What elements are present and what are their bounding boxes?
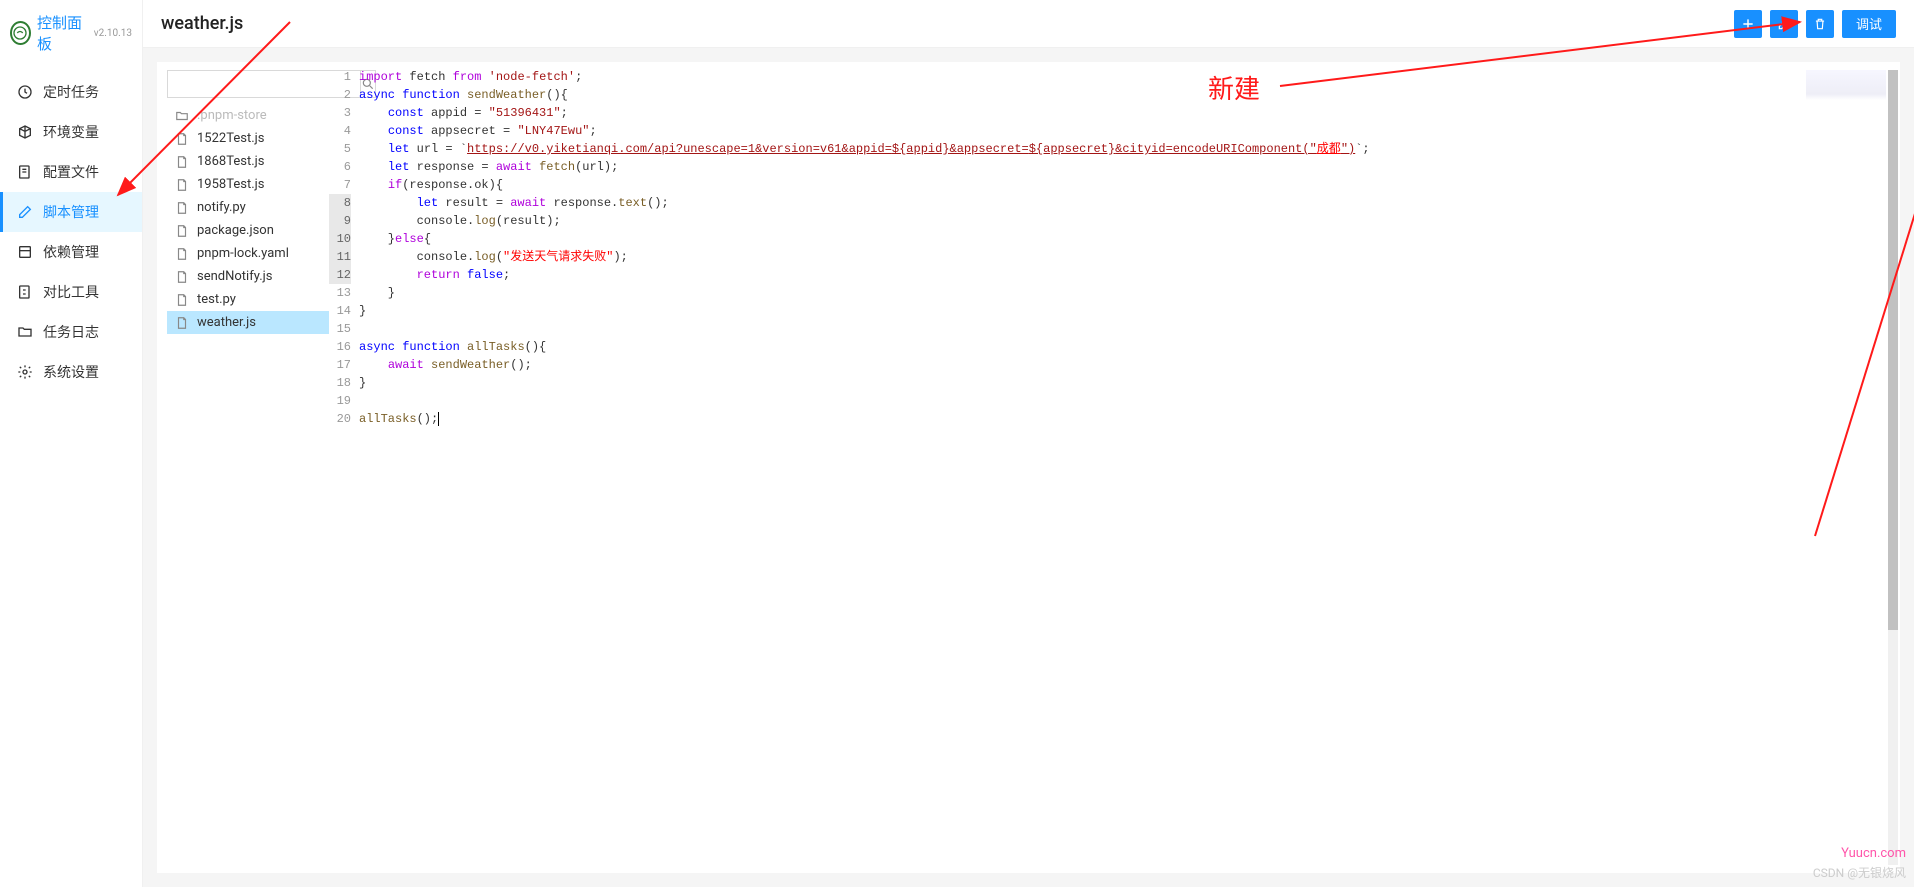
brand-title: 控制面板 — [37, 12, 88, 54]
tree-item[interactable]: pnpm-lock.yaml — [167, 242, 329, 265]
file-icon — [175, 247, 189, 261]
edit-button[interactable] — [1770, 10, 1798, 38]
tree-item-label: weather.js — [197, 315, 256, 330]
nav-item-diff[interactable]: 对比工具 — [0, 272, 142, 312]
nav-label: 定时任务 — [43, 82, 99, 102]
tree-item-label: notify.py — [197, 200, 246, 215]
nav-label: 环境变量 — [43, 122, 99, 142]
search-wrap — [167, 70, 323, 98]
nav-label: 系统设置 — [43, 362, 99, 382]
nav-label: 任务日志 — [43, 322, 99, 342]
cube-icon — [17, 124, 33, 140]
nav-item-log[interactable]: 任务日志 — [0, 312, 142, 352]
line-gutter: 1234567891011121314151617181920 — [329, 68, 359, 873]
tree-item[interactable]: test.py — [167, 288, 329, 311]
page-title: weather.js — [161, 13, 243, 34]
nav-list: 定时任务 环境变量 配置文件 脚本管理 依赖管理 对比工具 — [0, 66, 142, 392]
nav-item-env[interactable]: 环境变量 — [0, 112, 142, 152]
tree-item[interactable]: notify.py — [167, 196, 329, 219]
minimap[interactable] — [1806, 70, 1886, 130]
file-icon — [175, 155, 189, 169]
brand: 控制面板 v2.10.13 — [0, 0, 142, 66]
tree-item[interactable]: 1522Test.js — [167, 127, 329, 150]
tree-item-label: 1958Test.js — [197, 177, 264, 192]
app-logo-icon — [10, 21, 31, 45]
tree-item-label: 1522Test.js — [197, 131, 264, 146]
watermark-site: Yuucn.com — [1841, 846, 1906, 861]
tree-item[interactable]: package.json — [167, 219, 329, 242]
tree-item-label: test.py — [197, 292, 236, 307]
delete-button[interactable] — [1806, 10, 1834, 38]
tree-item[interactable]: weather.js — [167, 311, 329, 334]
folder-icon — [175, 109, 189, 123]
nav-label: 依赖管理 — [43, 242, 99, 262]
tree-item-label: .pnpm-store — [197, 108, 267, 123]
file-tree: .pnpm-store 1522Test.js 1868Test.js 1958Tes… — [167, 104, 329, 334]
vertical-scrollbar[interactable] — [1888, 70, 1898, 865]
scrollbar-thumb[interactable] — [1888, 70, 1898, 630]
nav-item-settings[interactable]: 系统设置 — [0, 352, 142, 392]
clock-icon — [17, 84, 33, 100]
tree-item[interactable]: .pnpm-store — [167, 104, 329, 127]
file-cog-icon — [17, 164, 33, 180]
main: weather.js 调试 — [143, 0, 1914, 887]
diff-icon — [17, 284, 33, 300]
file-icon — [175, 293, 189, 307]
nav-item-config[interactable]: 配置文件 — [0, 152, 142, 192]
tree-item-label: pnpm-lock.yaml — [197, 246, 289, 261]
topbar: weather.js 调试 — [143, 0, 1914, 48]
nav-item-deps[interactable]: 依赖管理 — [0, 232, 142, 272]
file-panel: .pnpm-store 1522Test.js 1868Test.js 1958Tes… — [157, 62, 329, 873]
edit-icon — [17, 204, 33, 220]
tree-item[interactable]: sendNotify.js — [167, 265, 329, 288]
tree-item[interactable]: 1958Test.js — [167, 173, 329, 196]
sidebar: 控制面板 v2.10.13 定时任务 环境变量 配置文件 脚本管理 依赖 — [0, 0, 143, 887]
nav-item-script[interactable]: 脚本管理 — [0, 192, 142, 232]
file-icon — [175, 178, 189, 192]
folder-icon — [17, 324, 33, 340]
content-panel: .pnpm-store 1522Test.js 1868Test.js 1958Tes… — [157, 62, 1900, 873]
code-editor[interactable]: 1234567891011121314151617181920 import f… — [329, 62, 1900, 873]
package-icon — [17, 244, 33, 260]
file-icon — [175, 224, 189, 238]
debug-button[interactable]: 调试 — [1842, 10, 1896, 38]
nav-label: 脚本管理 — [43, 202, 99, 222]
nav-label: 配置文件 — [43, 162, 99, 182]
gear-icon — [17, 364, 33, 380]
brand-version: v2.10.13 — [94, 28, 132, 39]
nav-item-cron[interactable]: 定时任务 — [0, 72, 142, 112]
tree-item[interactable]: 1868Test.js — [167, 150, 329, 173]
file-icon — [175, 270, 189, 284]
add-button[interactable] — [1734, 10, 1762, 38]
nav-label: 对比工具 — [43, 282, 99, 302]
tree-item-label: package.json — [197, 223, 274, 238]
watermark-csdn: CSDN @无银烧风 — [1813, 864, 1906, 881]
tree-item-label: 1868Test.js — [197, 154, 264, 169]
file-icon — [175, 132, 189, 146]
file-icon — [175, 316, 189, 330]
tree-item-label: sendNotify.js — [197, 269, 272, 284]
file-icon — [175, 201, 189, 215]
topbar-actions: 调试 — [1734, 10, 1896, 38]
code-area[interactable]: import fetch from 'node-fetch';async fun… — [359, 68, 1900, 873]
